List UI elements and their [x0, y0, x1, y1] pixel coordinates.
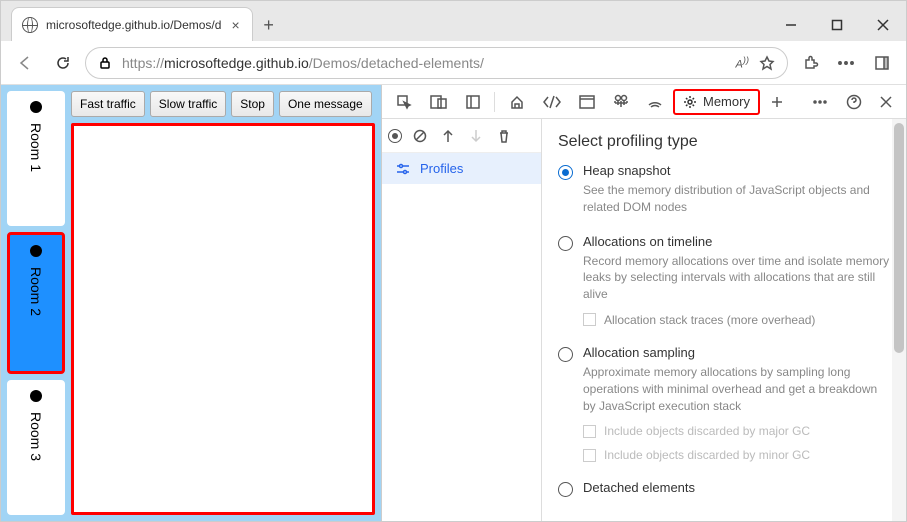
clear-button[interactable]	[410, 126, 430, 146]
option-allocation-sampling[interactable]: Allocation sampling Approximate memory a…	[558, 345, 890, 462]
close-devtools-icon[interactable]	[872, 89, 900, 115]
sub-option-major-gc[interactable]: Include objects discarded by major GC	[583, 424, 890, 438]
elements-tool-icon[interactable]	[535, 89, 569, 115]
status-dot	[30, 245, 42, 257]
help-icon[interactable]	[838, 89, 870, 115]
reader-icon[interactable]: A))	[736, 55, 749, 71]
sidebar-icon[interactable]	[866, 47, 898, 79]
option-title: Allocation sampling	[583, 345, 890, 360]
slow-traffic-button[interactable]: Slow traffic	[150, 91, 226, 117]
record-button[interactable]	[388, 129, 402, 143]
menu-icon[interactable]	[830, 47, 862, 79]
new-tab-button[interactable]: +	[253, 9, 285, 41]
option-desc: Record memory allocations over time and …	[583, 253, 890, 303]
checkbox-icon	[583, 313, 596, 326]
extensions-icon[interactable]	[794, 47, 826, 79]
sub-option-minor-gc[interactable]: Include objects discarded by minor GC	[583, 448, 890, 462]
device-icon[interactable]	[422, 89, 456, 115]
radio-icon	[558, 347, 573, 362]
sub-label: Include objects discarded by minor GC	[604, 448, 810, 462]
panel-heading: Select profiling type	[558, 133, 890, 151]
rooms-sidebar: Room 1 Room 2 Room 3	[7, 91, 65, 515]
close-window-button[interactable]	[860, 9, 906, 41]
sub-label: Allocation stack traces (more overhead)	[604, 313, 815, 327]
scrollbar[interactable]	[892, 119, 906, 521]
welcome-tool-icon[interactable]	[501, 89, 533, 115]
memory-tab-label: Memory	[703, 94, 750, 109]
sources-tool-icon[interactable]	[571, 89, 603, 115]
option-heap-snapshot[interactable]: Heap snapshot See the memory distributio…	[558, 163, 890, 216]
room-1[interactable]: Room 1	[7, 91, 65, 226]
devtools-toolbar: Memory	[382, 85, 906, 119]
import-button[interactable]	[438, 126, 458, 146]
lock-icon	[98, 56, 112, 70]
memory-actions	[382, 119, 541, 153]
option-desc: See the memory distribution of JavaScrip…	[583, 182, 890, 216]
devtools: Memory	[381, 85, 906, 521]
browser-tab[interactable]: microsoftedge.github.io/Demos/d ×	[11, 7, 253, 41]
more-tools-icon[interactable]	[804, 89, 836, 115]
close-icon[interactable]: ×	[229, 17, 241, 33]
status-dot	[30, 101, 42, 113]
console-tool-icon[interactable]	[605, 89, 637, 115]
checkbox-icon	[583, 425, 596, 438]
globe-icon	[22, 17, 38, 33]
sub-option-stack-traces[interactable]: Allocation stack traces (more overhead)	[583, 313, 890, 327]
profiles-section[interactable]: Profiles	[382, 153, 541, 184]
radio-icon	[558, 236, 573, 251]
option-title: Allocations on timeline	[583, 234, 890, 249]
radio-icon	[558, 165, 573, 180]
page-content: Room 1 Room 2 Room 3 Fast traffic Slow t…	[1, 85, 381, 521]
room-label: Room 2	[28, 267, 44, 316]
add-tab-button[interactable]	[762, 89, 792, 115]
fast-traffic-button[interactable]: Fast traffic	[71, 91, 145, 117]
checkbox-icon	[583, 449, 596, 462]
inspect-icon[interactable]	[388, 89, 420, 115]
traffic-buttons: Fast traffic Slow traffic Stop One messa…	[71, 91, 375, 117]
option-detached-elements[interactable]: Detached elements	[558, 480, 890, 499]
gear-icon	[683, 95, 697, 109]
network-tool-icon[interactable]	[639, 89, 671, 115]
minimize-button[interactable]	[768, 9, 814, 41]
scrollbar-thumb[interactable]	[894, 123, 904, 353]
memory-tab[interactable]: Memory	[673, 89, 760, 115]
radio-icon	[558, 482, 573, 497]
option-title: Heap snapshot	[583, 163, 890, 178]
export-button	[466, 126, 486, 146]
star-icon[interactable]	[759, 55, 775, 71]
room-label: Room 1	[28, 123, 44, 172]
maximize-button[interactable]	[814, 9, 860, 41]
memory-sidebar: Profiles	[382, 119, 542, 521]
profiles-label: Profiles	[420, 161, 463, 176]
sub-label: Include objects discarded by major GC	[604, 424, 810, 438]
tab-title: microsoftedge.github.io/Demos/d	[46, 18, 221, 32]
delete-button[interactable]	[494, 126, 514, 146]
room-label: Room 3	[28, 412, 44, 461]
back-button[interactable]	[9, 47, 41, 79]
status-dot	[30, 390, 42, 402]
option-desc: Approximate memory allocations by sampli…	[583, 364, 890, 414]
option-allocations-timeline[interactable]: Allocations on timeline Record memory al…	[558, 234, 890, 327]
refresh-button[interactable]	[47, 47, 79, 79]
messages-area	[71, 123, 375, 515]
profiling-panel: Select profiling type Heap snapshot See …	[542, 119, 906, 521]
url-text: https://microsoftedge.github.io/Demos/de…	[122, 55, 484, 71]
panel-icon[interactable]	[458, 89, 488, 115]
address-bar: https://microsoftedge.github.io/Demos/de…	[1, 41, 906, 85]
one-message-button[interactable]: One message	[279, 91, 372, 117]
stop-button[interactable]: Stop	[231, 91, 274, 117]
option-title: Detached elements	[583, 480, 695, 495]
room-3[interactable]: Room 3	[7, 380, 65, 515]
browser-titlebar: microsoftedge.github.io/Demos/d × +	[1, 1, 906, 41]
sliders-icon	[396, 162, 410, 176]
url-box[interactable]: https://microsoftedge.github.io/Demos/de…	[85, 47, 788, 79]
room-2[interactable]: Room 2	[7, 232, 65, 373]
